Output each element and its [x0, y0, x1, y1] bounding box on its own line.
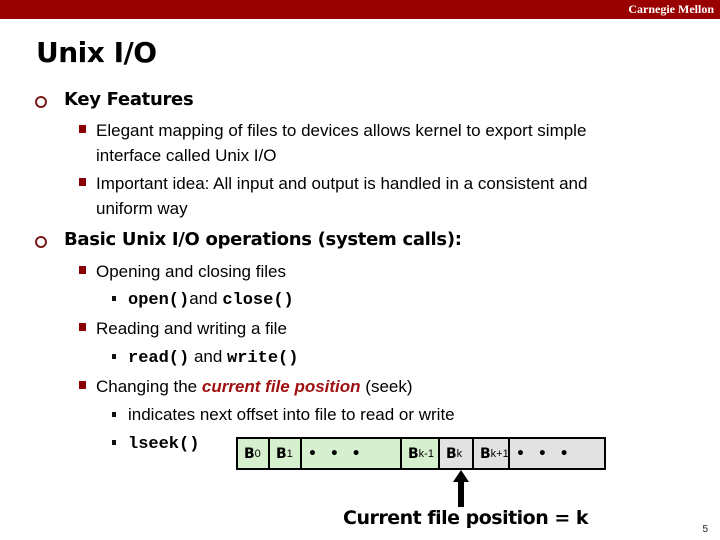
square-bullet-icon — [79, 125, 86, 133]
square-bullet-icon — [79, 178, 86, 186]
bullet-text: Reading and writing a file — [96, 319, 287, 338]
block-label: B — [276, 445, 287, 462]
block-index: k+1 — [490, 447, 509, 460]
block-index: 0 — [254, 447, 261, 460]
hollow-circle-bullet-icon — [35, 96, 47, 108]
block-label: B — [480, 445, 491, 462]
emphasis-text: current file position — [201, 377, 361, 396]
sub-bullet-text: indicates next offset into file to read … — [128, 405, 455, 424]
code-lseek: lseek() — [128, 435, 200, 454]
code-close: close() — [222, 291, 294, 310]
section-heading: Key Features — [64, 89, 194, 110]
block-index: 1 — [286, 447, 293, 460]
slide-title: Unix I/O — [36, 36, 157, 69]
code-read: read() — [128, 349, 190, 368]
file-block-0: B0 — [236, 437, 272, 470]
connector-text: and — [189, 347, 228, 366]
block-index: k-1 — [418, 447, 434, 460]
small-square-bullet-icon — [112, 412, 116, 417]
hollow-circle-bullet-icon — [35, 236, 47, 248]
ellipsis-icon: • • • — [308, 445, 365, 462]
header-bar: Carnegie Mellon — [0, 0, 720, 19]
bullet-text: Changing the current file position (seek… — [96, 374, 656, 399]
file-block-3: Bk-1 — [400, 437, 442, 470]
bullet-item: Important idea: All input and output is … — [96, 171, 656, 221]
bullet-item: Elegant mapping of files to devices allo… — [96, 118, 656, 168]
text-after: (seek) — [360, 377, 413, 396]
file-block-2: • • • — [300, 437, 404, 470]
sub-bullet: read() and write() — [128, 344, 298, 371]
file-block-5: Bk+1 — [472, 437, 512, 470]
file-block-1: B1 — [268, 437, 304, 470]
small-square-bullet-icon — [112, 354, 116, 359]
code-open: open() — [128, 291, 190, 310]
bullet-text: interface called Unix I/O — [96, 146, 277, 165]
bullet-text: Important idea: All input and output is … — [96, 174, 588, 193]
sub-bullet: open()and close() — [128, 286, 294, 313]
bullet-text: uniform way — [96, 199, 188, 218]
section-heading: Basic Unix I/O operations (system calls)… — [64, 229, 462, 250]
file-block-6: • • • — [508, 437, 606, 470]
small-square-bullet-icon — [112, 296, 116, 301]
square-bullet-icon — [79, 381, 86, 389]
block-label: B — [446, 445, 457, 462]
arrow-shaft — [458, 481, 464, 507]
ellipsis-icon: • • • — [516, 445, 573, 462]
connector-text: and — [189, 289, 223, 308]
block-index: k — [456, 447, 463, 460]
square-bullet-icon — [79, 266, 86, 274]
brand-logo-text: Carnegie Mellon — [628, 2, 714, 16]
file-position-label: Current file position = k — [343, 507, 589, 529]
file-block-4: Bk — [438, 437, 476, 470]
page-number: 5 — [702, 524, 708, 535]
sub-bullet: lseek() — [128, 430, 199, 457]
small-square-bullet-icon — [112, 440, 116, 445]
code-write: write() — [227, 349, 299, 368]
bullet-text: Opening and closing files — [96, 262, 286, 281]
text-before: Changing the — [96, 377, 202, 396]
block-label: B — [408, 445, 419, 462]
block-label: B — [244, 445, 255, 462]
square-bullet-icon — [79, 323, 86, 331]
bullet-text: Elegant mapping of files to devices allo… — [96, 121, 587, 140]
